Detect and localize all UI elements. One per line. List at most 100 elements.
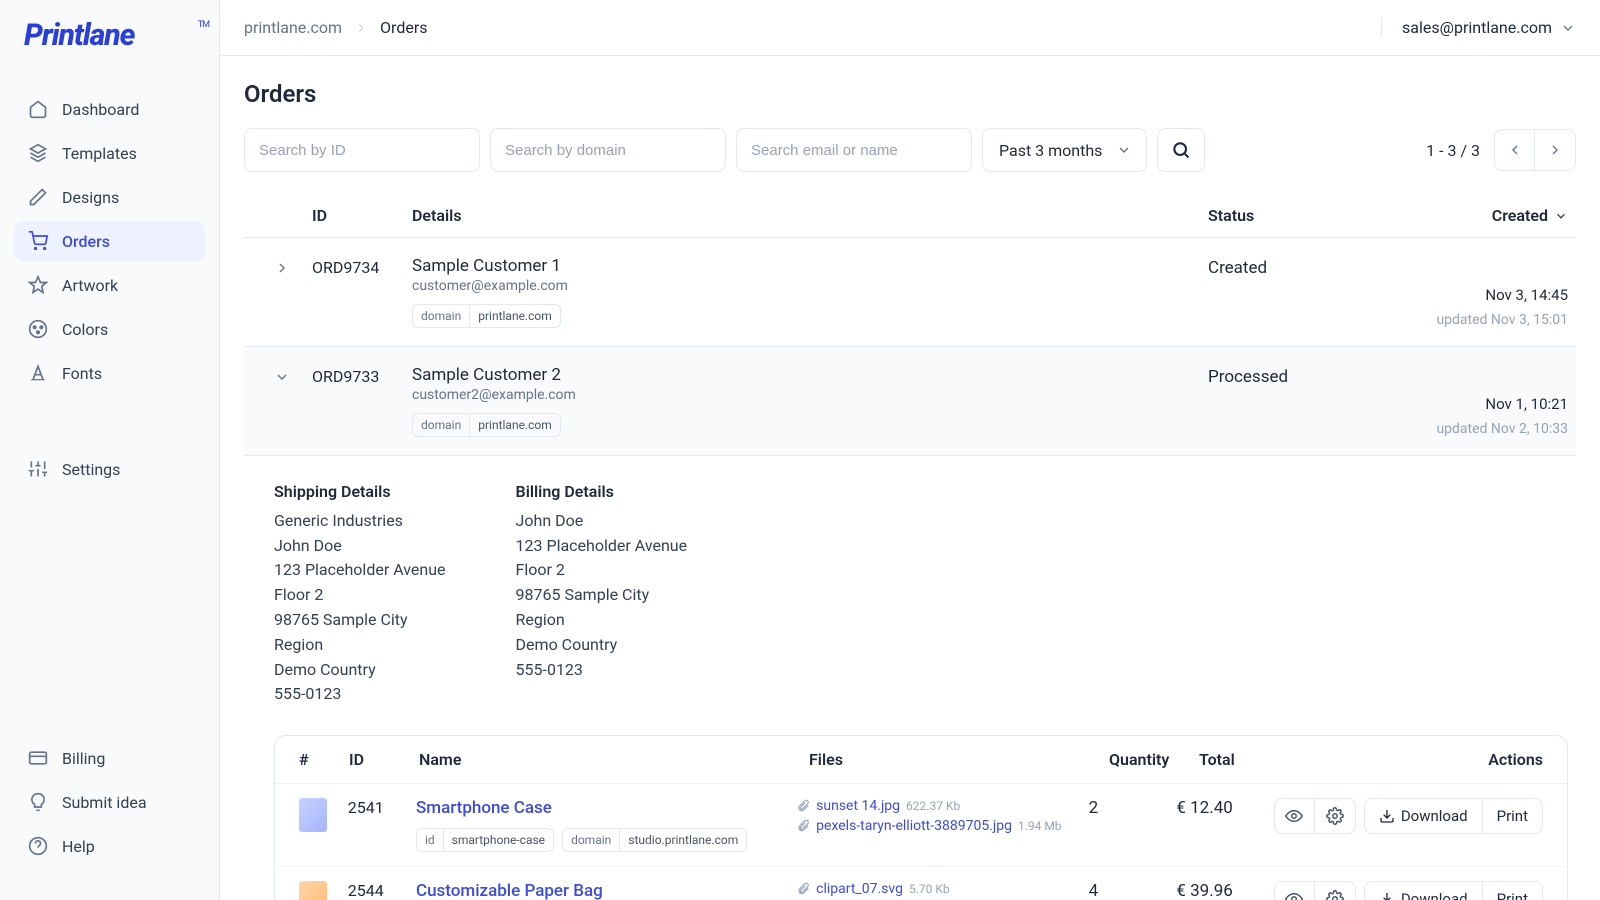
item-thumbnail <box>299 881 327 900</box>
nav-item-settings[interactable]: Settings <box>14 449 205 489</box>
nav-label: Submit idea <box>62 793 147 812</box>
print-button[interactable]: Print <box>1483 799 1542 833</box>
customer-name: Sample Customer 1 <box>412 256 1208 276</box>
customer-email: customer@example.com <box>412 278 1208 294</box>
download-button[interactable]: Download <box>1365 799 1483 833</box>
layers-icon <box>28 143 48 163</box>
file-attachment: pexels-taryn-elliott-3889705.jpg 1.94 Mb <box>796 818 1088 834</box>
bulb-icon <box>28 792 48 812</box>
customer-email: customer2@example.com <box>412 387 1208 403</box>
item-qty: 2 <box>1089 798 1177 818</box>
col-details-header: Details <box>412 206 1208 225</box>
chevron-right-icon <box>274 260 290 276</box>
col-created-header[interactable]: Created <box>1368 206 1568 225</box>
order-id: ORD9733 <box>312 365 412 437</box>
filters: Past 3 months 1 - 3 / 3 <box>244 128 1576 172</box>
order-details: Sample Customer 1 customer@example.com d… <box>412 256 1208 328</box>
print-button[interactable]: Print <box>1483 882 1542 900</box>
nav-label: Fonts <box>62 364 102 383</box>
file-attachment: clipart_07.svg 5.70 Kb <box>796 881 1088 897</box>
order-status: Processed <box>1208 365 1368 437</box>
nav-item-templates[interactable]: Templates <box>14 133 205 173</box>
breadcrumb-root[interactable]: printlane.com <box>244 18 342 37</box>
order-row: ORD9734 Sample Customer 1 customer@examp… <box>244 238 1576 347</box>
nav-item-submit-idea[interactable]: Submit idea <box>14 782 205 822</box>
search-button[interactable] <box>1157 128 1205 172</box>
nav-item-billing[interactable]: Billing <box>14 738 205 778</box>
nav-item-colors[interactable]: Colors <box>14 309 205 349</box>
gear-icon <box>1326 807 1344 825</box>
shipping-details: Shipping Details Generic Industries John… <box>274 480 446 707</box>
orders-table: ID Details Status Created ORD9734 Sample… <box>244 194 1576 900</box>
item-id: 2544 <box>348 881 416 900</box>
order-status: Created <box>1208 256 1368 328</box>
line-item: 2541 Smartphone Case id smartphone-case <box>275 784 1567 867</box>
chevron-down-icon <box>1560 20 1576 36</box>
search-id-input[interactable] <box>244 128 480 172</box>
order-created: Nov 3, 14:45 updated Nov 3, 15:01 <box>1368 256 1568 328</box>
file-link[interactable]: clipart_07.svg <box>816 881 903 897</box>
line-item: 2544 Customizable Paper Bag clipart_07.s… <box>275 867 1567 900</box>
nav-label: Dashboard <box>62 100 139 119</box>
preview-button[interactable] <box>1275 882 1315 900</box>
order-row: ORD9733 Sample Customer 2 customer2@exam… <box>244 347 1576 456</box>
star-icon <box>28 275 48 295</box>
preview-button[interactable] <box>1275 799 1315 833</box>
font-icon <box>28 363 48 383</box>
nav-footer: Billing Submit idea Help <box>0 726 219 882</box>
chevron-left-icon <box>1507 142 1523 158</box>
file-link[interactable]: sunset 14.jpg <box>816 798 900 814</box>
expand-toggle[interactable] <box>252 256 312 328</box>
page-next-button[interactable] <box>1535 130 1575 170</box>
nav-item-designs[interactable]: Designs <box>14 177 205 217</box>
cart-icon <box>28 231 48 251</box>
item-total: € 12.40 <box>1176 798 1273 818</box>
breadcrumb-current: Orders <box>380 18 427 37</box>
item-name-link[interactable]: Customizable Paper Bag <box>416 881 796 900</box>
gear-icon <box>1326 890 1344 900</box>
order-details-panel: Shipping Details Generic Industries John… <box>244 456 1576 900</box>
settings-button[interactable] <box>1315 882 1355 900</box>
order-created: Nov 1, 10:21 updated Nov 2, 10:33 <box>1368 365 1568 437</box>
download-icon <box>1379 808 1395 824</box>
nav-item-help[interactable]: Help <box>14 826 205 866</box>
domain-tag: domain studio.printlane.com <box>562 828 747 852</box>
chevron-right-icon <box>1547 142 1563 158</box>
chevron-right-icon <box>354 21 368 35</box>
page-title: Orders <box>244 80 1576 108</box>
settings-button[interactable] <box>1315 799 1355 833</box>
page-prev-button[interactable] <box>1495 130 1535 170</box>
user-menu[interactable]: sales@printlane.com <box>1381 18 1576 37</box>
search-email-input[interactable] <box>736 128 972 172</box>
items-header: # ID Name Files Quantity Total Actions <box>275 736 1567 784</box>
item-name-link[interactable]: Smartphone Case <box>416 798 796 818</box>
nav-label: Orders <box>62 232 110 251</box>
home-icon <box>28 99 48 119</box>
paperclip-icon <box>796 819 810 833</box>
chevron-down-icon <box>274 369 290 385</box>
expand-toggle[interactable] <box>252 365 312 437</box>
card-icon <box>28 748 48 768</box>
nav-label: Settings <box>62 460 120 479</box>
order-details: Sample Customer 2 customer2@example.com … <box>412 365 1208 437</box>
palette-icon <box>28 319 48 339</box>
nav-item-orders[interactable]: Orders <box>14 221 205 261</box>
nav-label: Artwork <box>62 276 118 295</box>
chevron-down-icon <box>1116 142 1132 158</box>
nav-main: Dashboard Templates Designs Orders Artwo… <box>0 77 219 409</box>
nav-item-dashboard[interactable]: Dashboard <box>14 89 205 129</box>
download-button[interactable]: Download <box>1365 882 1483 900</box>
user-email: sales@printlane.com <box>1402 18 1552 37</box>
billing-title: Billing Details <box>516 480 688 505</box>
pagination-label: 1 - 3 / 3 <box>1426 141 1480 160</box>
file-link[interactable]: pexels-taryn-elliott-3889705.jpg <box>816 818 1012 834</box>
nav-item-artwork[interactable]: Artwork <box>14 265 205 305</box>
search-domain-input[interactable] <box>490 128 726 172</box>
nav-label: Help <box>62 837 95 856</box>
date-range-select[interactable]: Past 3 months <box>982 128 1147 172</box>
nav-item-fonts[interactable]: Fonts <box>14 353 205 393</box>
id-tag: id smartphone-case <box>416 828 554 852</box>
eye-icon <box>1285 890 1303 900</box>
customer-name: Sample Customer 2 <box>412 365 1208 385</box>
pencil-icon <box>28 187 48 207</box>
